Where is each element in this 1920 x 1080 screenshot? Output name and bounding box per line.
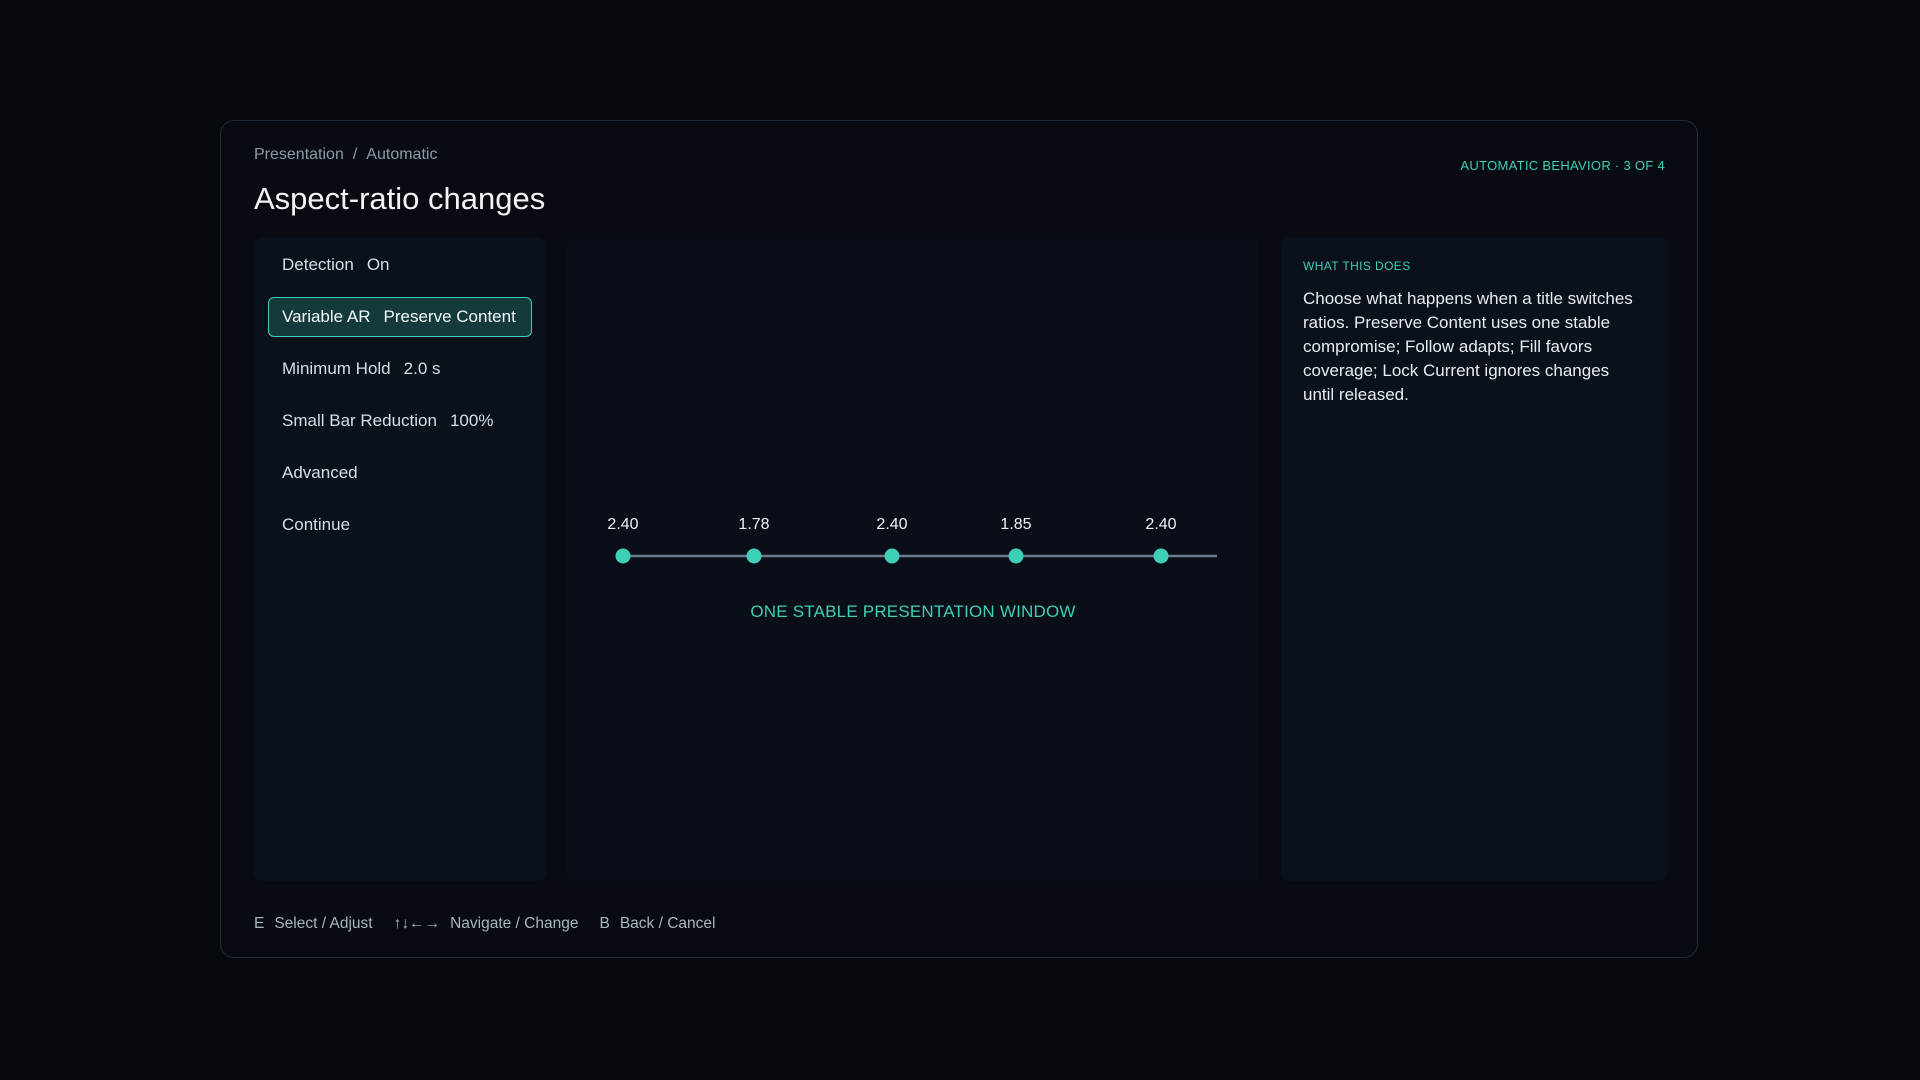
menu-item-advanced[interactable]: Advanced [268,453,532,493]
info-heading: WHAT THIS DOES [1303,259,1411,273]
timeline-marker-label: 1.85 [1000,516,1031,533]
menu-item-value: 2.0 s [403,359,441,378]
info-panel: WHAT THIS DOES Choose what happens when … [1281,237,1667,881]
timeline-marker-label: 2.40 [1145,516,1176,533]
timeline-marker [746,548,762,564]
timeline-caption: ONE STABLE PRESENTATION WINDOW [750,602,1076,621]
timeline-marker-label: 1.78 [738,516,769,533]
breadcrumb-parent[interactable]: Presentation [254,146,344,163]
hint-back: B Back / Cancel [599,915,715,933]
hint-key: E [254,915,265,932]
menu-item-variable-ar[interactable]: Variable AR Preserve Content [268,297,532,337]
hint-label: Select / Adjust [274,915,373,932]
hint-key: B [599,915,610,932]
menu-item-small-bar-reduction[interactable]: Small Bar Reduction 100% [268,401,532,441]
menu-item-value: 100% [449,411,494,430]
breadcrumb: Presentation / Automatic [254,146,437,164]
menu-item-continue[interactable]: Continue [268,505,532,545]
menu-item-label: Continue [282,515,351,534]
info-body: Choose what happens when a title switche… [1303,289,1633,404]
menu-item-label: Variable AR [282,307,371,326]
hint-label: Navigate / Change [450,915,579,932]
settings-window: Presentation / Automatic Aspect-ratio chan… [220,120,1698,958]
timeline-marker-label: 2.40 [876,516,907,533]
menu-item-value: On [366,255,390,274]
button-hints: E Select / Adjust ↑↓←→ Navigate / Change… [254,915,736,933]
menu-item-value: Preserve Content [383,307,516,326]
step-indicator: AUTOMATIC BEHAVIOR · 3 OF 4 [1460,158,1665,173]
timeline-marker-label: 2.40 [607,516,638,533]
timeline-marker [1153,548,1169,564]
menu-item-detection[interactable]: Detection On [268,245,532,285]
timeline-marker [884,548,900,564]
menu-item-label: Small Bar Reduction [282,411,437,430]
breadcrumb-separator: / [352,146,358,163]
aspect-ratio-timeline: 2.40 1.78 2.40 1.85 2.40 [607,516,1217,564]
hint-key: ↑↓←→ [393,915,441,932]
menu-item-label: Advanced [282,463,358,482]
hint-navigate: ↑↓←→ Navigate / Change [394,915,579,933]
settings-menu: Detection On Variable AR Preserve Conten… [254,237,546,881]
hint-select: E Select / Adjust [254,915,373,933]
menu-item-minimum-hold[interactable]: Minimum Hold 2.0 s [268,349,532,389]
breadcrumb-current: Automatic [366,146,438,163]
preview-panel: 2.40 1.78 2.40 1.85 2.40 ONE STABLE PRESENTA… [567,237,1259,881]
hint-label: Back / Cancel [619,915,716,932]
timeline-marker [1008,548,1024,564]
page-title: Aspect-ratio changes [254,181,546,216]
menu-item-label: Minimum Hold [282,359,391,378]
menu-item-label: Detection [282,255,354,274]
timeline-marker [615,548,631,564]
